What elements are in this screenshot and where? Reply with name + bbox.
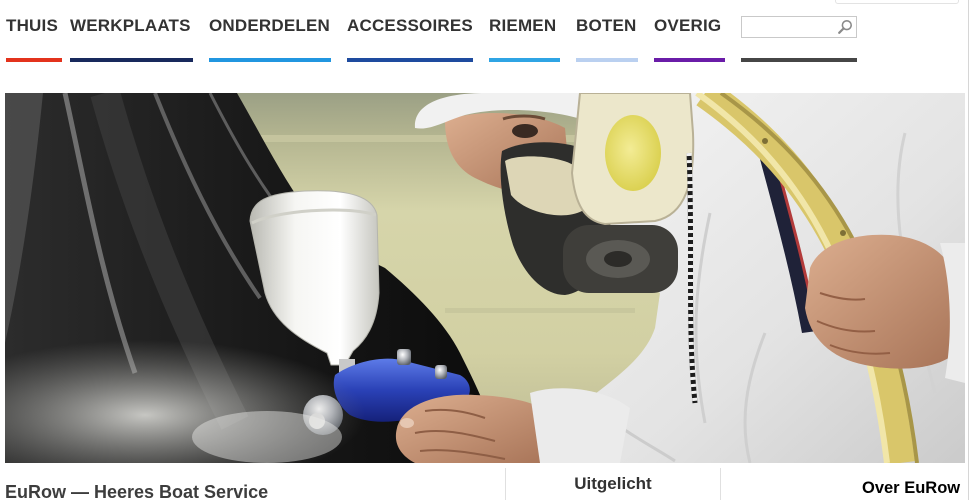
nav-underline: [209, 58, 331, 62]
nav-underline: [576, 58, 638, 62]
nav-label: OVERIG: [654, 16, 722, 35]
nav-item-overig[interactable]: OVERIG: [654, 0, 725, 64]
nav-item-boten[interactable]: BOTEN: [576, 0, 638, 64]
search-icon[interactable]: [837, 19, 853, 35]
search-input[interactable]: [745, 19, 833, 35]
nav-underline: [6, 58, 62, 62]
page: THUIS WERKPLAATS ONDERDELEN ACCESSOIRES …: [0, 0, 971, 500]
nav-underline: [489, 58, 560, 62]
nav-item-riemen[interactable]: RIEMEN: [489, 0, 560, 64]
column-divider: [720, 468, 721, 500]
search-box: [741, 16, 857, 38]
search-form: [741, 0, 857, 64]
page-border: [968, 0, 969, 500]
nav-underline: [654, 58, 725, 62]
nav-label: ONDERDELEN: [209, 16, 331, 35]
nav-underline: [70, 58, 193, 62]
nav-item-onderdelen[interactable]: ONDERDELEN: [209, 0, 331, 64]
nav-label: RIEMEN: [489, 16, 557, 35]
search-underline: [741, 58, 857, 62]
featured-heading: Uitgelicht: [574, 474, 652, 493]
page-title: EuRow — Heeres Boat Service: [5, 484, 269, 500]
nav-item-werkplaats[interactable]: WERKPLAATS: [70, 0, 193, 64]
hero-photo: [5, 93, 965, 463]
nav-label: THUIS: [6, 16, 58, 35]
nav-label: ACCESSOIRES: [347, 16, 473, 35]
hero-image: [5, 93, 965, 463]
nav-label: BOTEN: [576, 16, 637, 35]
nav-item-accessoires[interactable]: ACCESSOIRES: [347, 0, 473, 64]
main-navigation: THUIS WERKPLAATS ONDERDELEN ACCESSOIRES …: [0, 0, 870, 66]
painter-left-hand: [395, 388, 630, 463]
about-heading: Over EuRow: [862, 479, 961, 497]
nav-underline: [347, 58, 473, 62]
nav-label: WERKPLAATS: [70, 16, 191, 35]
nav-item-thuis[interactable]: THUIS: [6, 0, 62, 64]
